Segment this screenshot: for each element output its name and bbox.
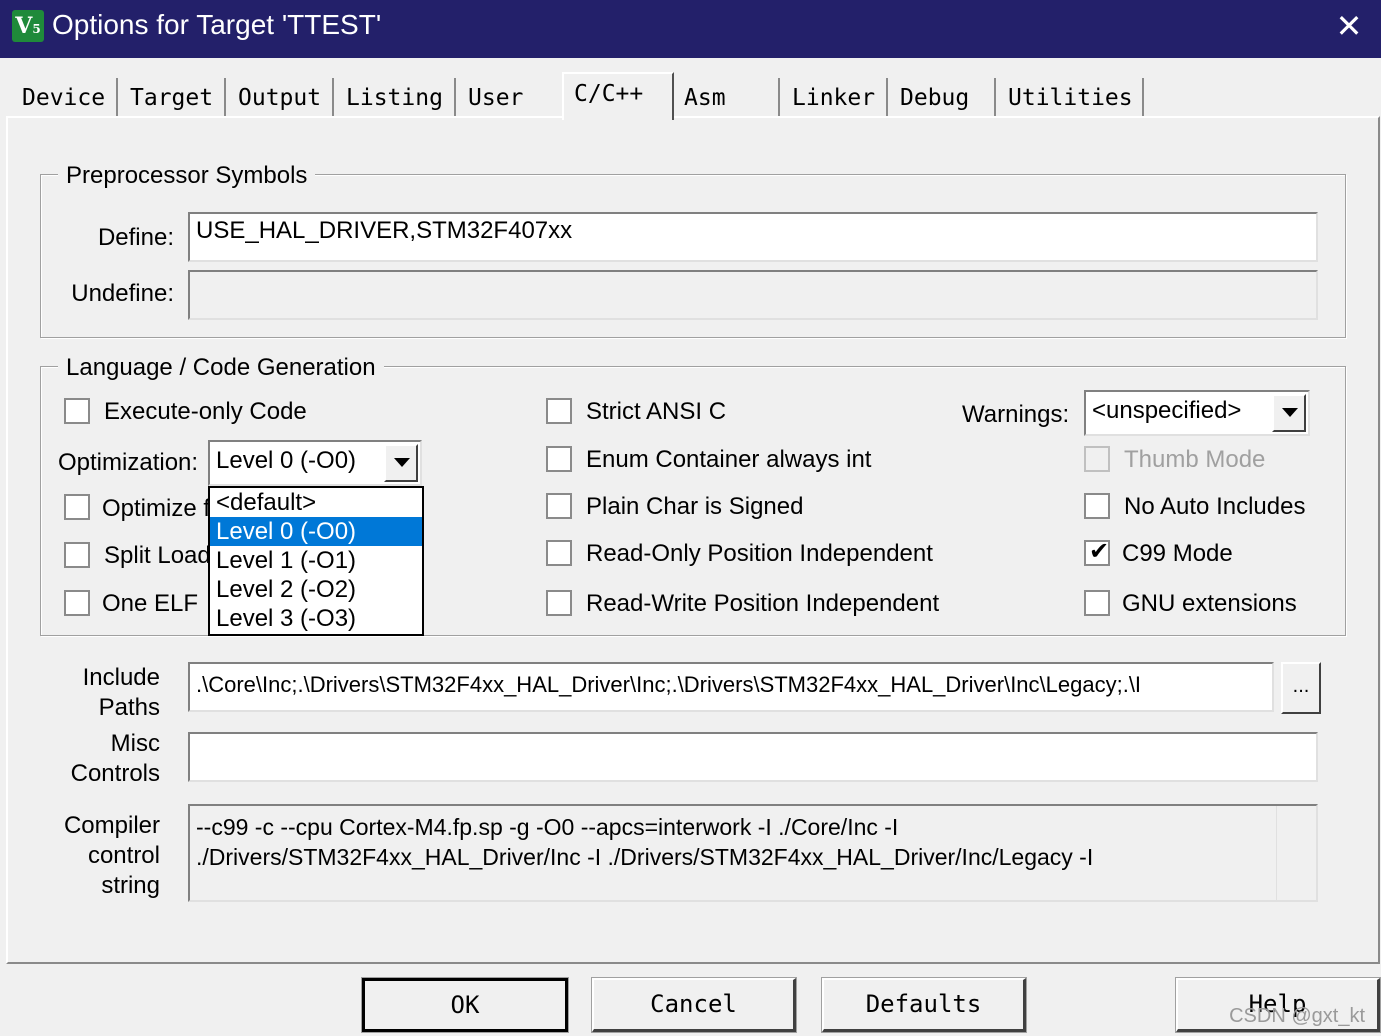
optimization-dropdown-button[interactable] [384, 444, 418, 482]
include-paths-label-2: Paths [98, 694, 160, 721]
define-label: Define: [97, 224, 174, 251]
compiler-control-label-2: control [87, 842, 160, 869]
option-level-2[interactable]: Level 2 (-O2) [210, 575, 422, 604]
optimization-select[interactable]: Level 0 (-O0) [208, 440, 422, 486]
c99-mode-label: C99 Mode [1122, 540, 1233, 567]
tab-device[interactable]: Device [12, 78, 118, 118]
compiler-control-line-2: ./Drivers/STM32F4xx_HAL_Driver/Inc -I ./… [196, 844, 1094, 870]
undefine-label: Undefine: [71, 280, 174, 307]
plain-char-checkbox[interactable] [546, 493, 572, 519]
optimize-for-time-label: Optimize f [102, 495, 211, 522]
misc-controls-label-1: Misc [110, 730, 160, 757]
tab-user[interactable]: User [458, 78, 558, 118]
plain-char-label: Plain Char is Signed [586, 493, 804, 520]
tab-target[interactable]: Target [120, 78, 226, 118]
warnings-value: <unspecified> [1092, 397, 1242, 424]
tab-c-cpp[interactable]: C/C++ [562, 72, 674, 120]
chevron-down-icon [1282, 408, 1298, 417]
execute-only-label: Execute-only Code [104, 398, 307, 425]
c99-mode-checkbox[interactable]: ✔ [1084, 538, 1110, 566]
chevron-down-icon [394, 458, 410, 467]
tab-debug[interactable]: Debug [890, 78, 996, 118]
option-level-3[interactable]: Level 3 (-O3) [210, 604, 422, 633]
compiler-control-label-3: string [101, 872, 160, 899]
cancel-button[interactable]: Cancel [591, 977, 797, 1033]
no-auto-includes-checkbox[interactable] [1084, 493, 1110, 519]
gnu-extensions-checkbox[interactable] [1084, 590, 1110, 616]
warnings-dropdown-button[interactable] [1272, 394, 1306, 432]
undefine-input[interactable] [188, 270, 1318, 320]
tab-output[interactable]: Output [228, 78, 334, 118]
misc-controls-input[interactable] [188, 732, 1318, 782]
execute-only-checkbox[interactable] [64, 398, 90, 424]
compiler-control-label-1: Compiler [63, 812, 160, 839]
ro-pi-label: Read-Only Position Independent [586, 540, 933, 567]
optimization-dropdown-list: <default> Level 0 (-O0) Level 1 (-O1) Le… [208, 486, 424, 636]
enum-container-label: Enum Container always int [586, 446, 872, 473]
close-button[interactable]: ✕ [1327, 4, 1371, 48]
enum-container-checkbox[interactable] [546, 446, 572, 472]
include-paths-input[interactable]: .\Core\Inc;.\Drivers\STM32F4xx_HAL_Drive… [188, 662, 1274, 712]
window-title: Options for Target 'TTEST' [52, 9, 382, 40]
misc-controls-label-2: Controls [70, 760, 160, 787]
compiler-control-line-1: --c99 -c --cpu Cortex-M4.fp.sp -g -O0 --… [196, 814, 899, 840]
split-load-checkbox[interactable] [64, 542, 90, 568]
option-level-1[interactable]: Level 1 (-O1) [210, 546, 422, 575]
strict-ansi-label: Strict ANSI C [586, 398, 727, 425]
defaults-button[interactable]: Defaults [821, 977, 1027, 1033]
thumb-mode-checkbox [1084, 446, 1110, 472]
rw-pi-label: Read-Write Position Independent [586, 590, 940, 617]
strict-ansi-checkbox[interactable] [546, 398, 572, 424]
optimize-for-time-checkbox[interactable] [64, 494, 90, 520]
ro-pi-checkbox[interactable] [546, 540, 572, 566]
tab-asm[interactable]: Asm [674, 78, 780, 118]
split-load-label: Split Load [104, 542, 211, 569]
warnings-select[interactable]: <unspecified> [1084, 390, 1310, 436]
no-auto-includes-label: No Auto Includes [1124, 493, 1306, 520]
optimization-label: Optimization: [58, 449, 199, 476]
tab-utilities[interactable]: Utilities [998, 78, 1144, 118]
checkmark-icon: ✔ [1089, 538, 1110, 565]
tab-listing[interactable]: Listing [336, 78, 456, 118]
one-elf-checkbox[interactable] [64, 590, 90, 616]
rw-pi-checkbox[interactable] [546, 590, 572, 616]
option-default[interactable]: <default> [210, 488, 422, 517]
ok-button[interactable]: OK [361, 977, 569, 1033]
warnings-label: Warnings: [962, 401, 1070, 428]
optimization-value: Level 0 (-O0) [216, 447, 357, 474]
watermark: CSDN @gxt_kt [1229, 1005, 1365, 1027]
keil-uvision-icon: V5 [12, 10, 44, 42]
preprocessor-group-label: Preprocessor Symbols [58, 162, 316, 190]
include-paths-browse-button[interactable]: ... [1281, 662, 1321, 714]
compiler-control-scrollbar[interactable] [1276, 806, 1316, 900]
compiler-control-string[interactable]: --c99 -c --cpu Cortex-M4.fp.sp -g -O0 --… [188, 804, 1318, 902]
language-group-label: Language / Code Generation [58, 354, 384, 382]
one-elf-label: One ELF [102, 590, 199, 617]
gnu-extensions-label: GNU extensions [1122, 590, 1297, 617]
define-input[interactable]: USE_HAL_DRIVER,STM32F407xx [188, 212, 1318, 262]
tab-linker[interactable]: Linker [782, 78, 888, 118]
include-paths-label-1: Include [82, 664, 160, 691]
title-bar: V5 Options for Target 'TTEST' ✕ [0, 0, 1381, 58]
thumb-mode-label: Thumb Mode [1124, 446, 1266, 473]
option-level-0[interactable]: Level 0 (-O0) [210, 517, 422, 546]
